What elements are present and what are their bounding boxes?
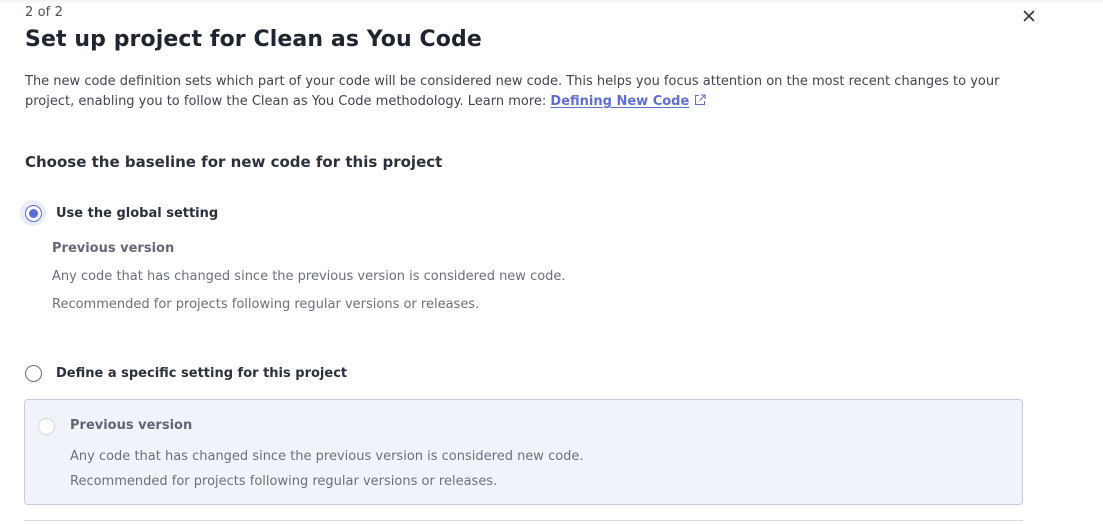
radio-halo	[20, 360, 46, 386]
radio-selected-dot	[28, 208, 38, 218]
setup-modal: 2 of 2 Set up project for Clean as You C…	[0, 0, 1103, 524]
card-title: Previous version	[70, 418, 193, 433]
card-desc-1: Any code that has changed since the prev…	[70, 449, 584, 464]
radio-previous-version-disabled	[38, 418, 55, 435]
modal-title: Set up project for Clean as You Code	[25, 27, 482, 52]
global-setting-desc-1: Any code that has changed since the prev…	[52, 269, 566, 284]
option-label-global: Use the global setting	[56, 205, 219, 221]
radio-focus-halo	[20, 200, 46, 226]
specific-setting-card: Previous version Any code that has chang…	[24, 399, 1023, 505]
defining-new-code-link[interactable]: Defining New Code	[550, 94, 689, 109]
baseline-heading: Choose the baseline for new code for thi…	[25, 153, 443, 171]
link-label: Defining New Code	[550, 94, 690, 109]
close-icon	[1023, 10, 1035, 22]
next-card-edge	[24, 520, 1023, 524]
global-setting-desc-2: Recommended for projects following regul…	[52, 297, 480, 312]
option-label-specific: Define a specific setting for this proje…	[56, 365, 348, 381]
option-define-specific-setting[interactable]: Define a specific setting for this proje…	[24, 360, 348, 386]
description-text: The new code definition sets which part …	[25, 74, 1000, 109]
global-setting-details: Previous version Any code that has chang…	[52, 240, 566, 314]
radio-circle	[38, 418, 55, 435]
card-desc-2: Recommended for projects following regul…	[70, 474, 498, 489]
option-use-global-setting[interactable]: Use the global setting	[20, 200, 219, 226]
radio-global-setting[interactable]	[24, 204, 42, 222]
modal-description: The new code definition sets which part …	[25, 72, 1035, 113]
step-indicator: 2 of 2	[25, 5, 63, 20]
global-setting-title: Previous version	[52, 241, 175, 256]
external-link-icon[interactable]	[694, 93, 706, 113]
radio-specific-setting[interactable]	[24, 364, 42, 382]
close-button[interactable]	[1018, 5, 1040, 27]
top-edge	[0, 0, 1103, 4]
